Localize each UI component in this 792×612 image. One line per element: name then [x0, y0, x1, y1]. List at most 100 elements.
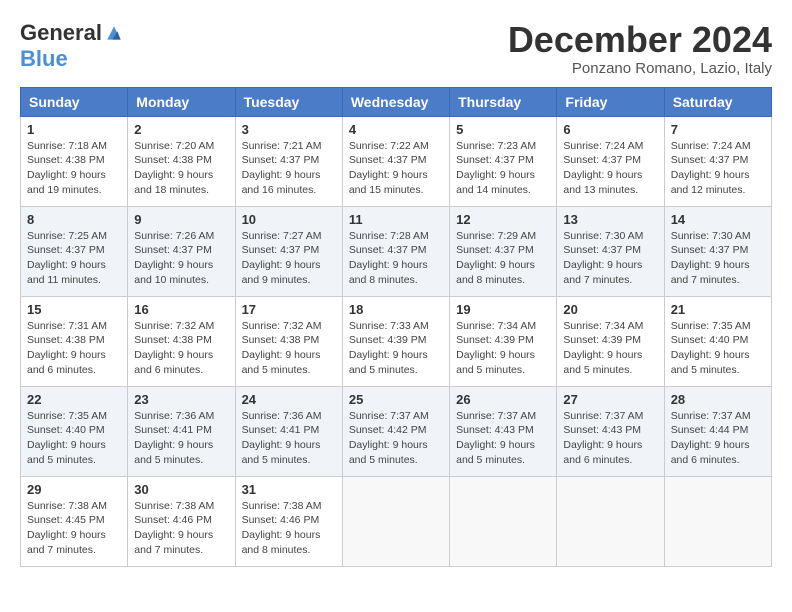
day-info: Sunrise: 7:20 AMSunset: 4:38 PMDaylight:…	[134, 139, 228, 198]
calendar-day-cell: 18Sunrise: 7:33 AMSunset: 4:39 PMDayligh…	[342, 296, 449, 386]
calendar-day-cell: 9Sunrise: 7:26 AMSunset: 4:37 PMDaylight…	[128, 206, 235, 296]
calendar-day-cell: 3 Sunrise: 7:21 AMSunset: 4:37 PMDaylight…	[235, 116, 342, 206]
calendar-day-cell	[342, 476, 449, 566]
day-number: 12	[456, 212, 550, 227]
calendar-day-cell: 1Sunrise: 7:18 AMSunset: 4:38 PMDaylight…	[21, 116, 128, 206]
day-number: 14	[671, 212, 765, 227]
calendar-day-cell: 29 Sunrise: 7:38 AMSunset: 4:45 PMDayligh…	[21, 476, 128, 566]
calendar-day-cell: 8Sunrise: 7:25 AMSunset: 4:37 PMDaylight…	[21, 206, 128, 296]
day-info: Sunrise: 7:32 AMSunset: 4:38 PMDaylight:…	[242, 319, 336, 378]
day-number: 13	[563, 212, 657, 227]
day-number: 22	[27, 392, 121, 407]
calendar-header-tuesday: Tuesday	[235, 87, 342, 116]
day-info: Sunrise: 7:38 AMSunset: 4:46 PMDaylight:…	[134, 499, 228, 558]
day-number: 26	[456, 392, 550, 407]
day-info: Sunrise: 7:22 AMSunset: 4:37 PMDaylight:…	[349, 139, 443, 198]
day-number: 6	[563, 122, 657, 137]
calendar-day-cell	[664, 476, 771, 566]
day-info: Sunrise: 7:37 AMSunset: 4:43 PMDaylight:…	[563, 409, 657, 468]
day-info: Sunrise: 7:24 AMSunset: 4:37 PMDaylight:…	[563, 139, 657, 198]
day-number: 25	[349, 392, 443, 407]
calendar-header-friday: Friday	[557, 87, 664, 116]
page-header: General Blue December 2024 Ponzano Roman…	[20, 20, 772, 77]
day-info: Sunrise: 7:36 AMSunset: 4:41 PMDaylight:…	[242, 409, 336, 468]
day-info: Sunrise: 7:32 AMSunset: 4:38 PMDaylight:…	[134, 319, 228, 378]
calendar-week-row: 8Sunrise: 7:25 AMSunset: 4:37 PMDaylight…	[21, 206, 772, 296]
calendar-day-cell: 22 Sunrise: 7:35 AMSunset: 4:40 PMDayligh…	[21, 386, 128, 476]
day-number: 28	[671, 392, 765, 407]
day-number: 4	[349, 122, 443, 137]
day-info: Sunrise: 7:24 AMSunset: 4:37 PMDaylight:…	[671, 139, 765, 198]
calendar-day-cell: 24 Sunrise: 7:36 AMSunset: 4:41 PMDayligh…	[235, 386, 342, 476]
calendar-header-saturday: Saturday	[664, 87, 771, 116]
calendar-day-cell: 20 Sunrise: 7:34 AMSunset: 4:39 PMDayligh…	[557, 296, 664, 386]
day-info: Sunrise: 7:37 AMSunset: 4:44 PMDaylight:…	[671, 409, 765, 468]
day-number: 11	[349, 212, 443, 227]
calendar-day-cell: 23 Sunrise: 7:36 AMSunset: 4:41 PMDayligh…	[128, 386, 235, 476]
day-number: 7	[671, 122, 765, 137]
calendar-day-cell: 31 Sunrise: 7:38 AMSunset: 4:46 PMDayligh…	[235, 476, 342, 566]
day-number: 30	[134, 482, 228, 497]
day-number: 20	[563, 302, 657, 317]
calendar-day-cell: 21 Sunrise: 7:35 AMSunset: 4:40 PMDayligh…	[664, 296, 771, 386]
day-number: 9	[134, 212, 228, 227]
day-number: 23	[134, 392, 228, 407]
calendar-day-cell: 14 Sunrise: 7:30 AMSunset: 4:37 PMDayligh…	[664, 206, 771, 296]
day-info: Sunrise: 7:38 AMSunset: 4:45 PMDaylight:…	[27, 499, 121, 558]
day-number: 18	[349, 302, 443, 317]
day-info: Sunrise: 7:27 AMSunset: 4:37 PMDaylight:…	[242, 229, 336, 288]
day-info: Sunrise: 7:37 AMSunset: 4:42 PMDaylight:…	[349, 409, 443, 468]
calendar-header-row: SundayMondayTuesdayWednesdayThursdayFrid…	[21, 87, 772, 116]
logo-general-text: General	[20, 20, 102, 46]
day-number: 31	[242, 482, 336, 497]
day-info: Sunrise: 7:21 AMSunset: 4:37 PMDaylight:…	[242, 139, 336, 198]
day-info: Sunrise: 7:37 AMSunset: 4:43 PMDaylight:…	[456, 409, 550, 468]
day-info: Sunrise: 7:38 AMSunset: 4:46 PMDaylight:…	[242, 499, 336, 558]
logo: General Blue	[20, 20, 124, 72]
calendar-table: SundayMondayTuesdayWednesdayThursdayFrid…	[20, 87, 772, 567]
day-number: 24	[242, 392, 336, 407]
day-number: 16	[134, 302, 228, 317]
day-number: 17	[242, 302, 336, 317]
calendar-day-cell: 11 Sunrise: 7:28 AMSunset: 4:37 PMDayligh…	[342, 206, 449, 296]
calendar-day-cell	[450, 476, 557, 566]
location-subtitle: Ponzano Romano, Lazio, Italy	[508, 60, 772, 77]
calendar-day-cell: 15Sunrise: 7:31 AMSunset: 4:38 PMDayligh…	[21, 296, 128, 386]
day-info: Sunrise: 7:18 AMSunset: 4:38 PMDaylight:…	[27, 139, 121, 198]
calendar-day-cell: 19 Sunrise: 7:34 AMSunset: 4:39 PMDayligh…	[450, 296, 557, 386]
calendar-day-cell: 30 Sunrise: 7:38 AMSunset: 4:46 PMDayligh…	[128, 476, 235, 566]
calendar-day-cell: 6 Sunrise: 7:24 AMSunset: 4:37 PMDaylight…	[557, 116, 664, 206]
calendar-day-cell: 25 Sunrise: 7:37 AMSunset: 4:42 PMDayligh…	[342, 386, 449, 476]
day-info: Sunrise: 7:34 AMSunset: 4:39 PMDaylight:…	[456, 319, 550, 378]
day-number: 21	[671, 302, 765, 317]
calendar-day-cell: 28 Sunrise: 7:37 AMSunset: 4:44 PMDayligh…	[664, 386, 771, 476]
calendar-day-cell: 4 Sunrise: 7:22 AMSunset: 4:37 PMDaylight…	[342, 116, 449, 206]
day-number: 29	[27, 482, 121, 497]
day-info: Sunrise: 7:35 AMSunset: 4:40 PMDaylight:…	[27, 409, 121, 468]
calendar-day-cell: 7 Sunrise: 7:24 AMSunset: 4:37 PMDaylight…	[664, 116, 771, 206]
calendar-day-cell: 13Sunrise: 7:30 AMSunset: 4:37 PMDayligh…	[557, 206, 664, 296]
day-info: Sunrise: 7:30 AMSunset: 4:37 PMDaylight:…	[671, 229, 765, 288]
calendar-header-thursday: Thursday	[450, 87, 557, 116]
day-number: 10	[242, 212, 336, 227]
calendar-header-monday: Monday	[128, 87, 235, 116]
day-number: 15	[27, 302, 121, 317]
day-number: 3	[242, 122, 336, 137]
day-info: Sunrise: 7:35 AMSunset: 4:40 PMDaylight:…	[671, 319, 765, 378]
logo-icon	[104, 23, 124, 43]
day-info: Sunrise: 7:36 AMSunset: 4:41 PMDaylight:…	[134, 409, 228, 468]
month-title: December 2024	[508, 20, 772, 60]
day-info: Sunrise: 7:34 AMSunset: 4:39 PMDaylight:…	[563, 319, 657, 378]
day-info: Sunrise: 7:28 AMSunset: 4:37 PMDaylight:…	[349, 229, 443, 288]
title-section: December 2024 Ponzano Romano, Lazio, Ita…	[508, 20, 772, 77]
calendar-day-cell: 10 Sunrise: 7:27 AMSunset: 4:37 PMDayligh…	[235, 206, 342, 296]
calendar-week-row: 1Sunrise: 7:18 AMSunset: 4:38 PMDaylight…	[21, 116, 772, 206]
day-number: 27	[563, 392, 657, 407]
calendar-day-cell: 5 Sunrise: 7:23 AMSunset: 4:37 PMDaylight…	[450, 116, 557, 206]
calendar-day-cell: 2Sunrise: 7:20 AMSunset: 4:38 PMDaylight…	[128, 116, 235, 206]
day-info: Sunrise: 7:23 AMSunset: 4:37 PMDaylight:…	[456, 139, 550, 198]
day-info: Sunrise: 7:29 AMSunset: 4:37 PMDaylight:…	[456, 229, 550, 288]
day-number: 19	[456, 302, 550, 317]
day-number: 5	[456, 122, 550, 137]
calendar-day-cell: 17 Sunrise: 7:32 AMSunset: 4:38 PMDayligh…	[235, 296, 342, 386]
